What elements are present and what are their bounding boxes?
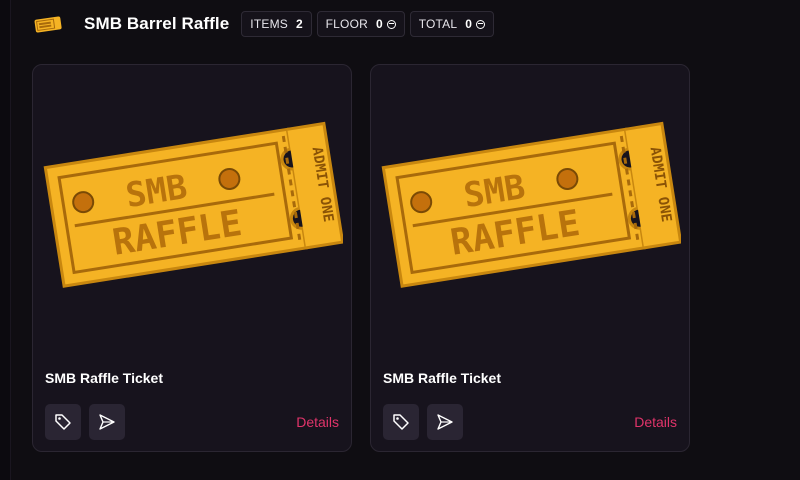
details-link[interactable]: Details <box>634 414 677 430</box>
stat-items: ITEMS 2 <box>241 11 312 37</box>
raffle-ticket-image: SMB RAFFLE ADMIT ONE <box>381 121 681 288</box>
nft-card[interactable]: SMB RAFFLE ADMIT ONE SMB Raffle Ticket D… <box>32 64 352 452</box>
tag-icon <box>55 414 71 430</box>
card-title: SMB Raffle Ticket <box>383 370 501 386</box>
send-button[interactable] <box>89 404 125 440</box>
stat-label: FLOOR <box>325 17 368 31</box>
page-title: SMB Barrel Raffle <box>84 14 230 33</box>
stat-total: TOTAL 0 <box>409 11 494 37</box>
stat-label: TOTAL <box>418 17 458 31</box>
stat-label: ITEMS <box>250 17 288 31</box>
card-title: SMB Raffle Ticket <box>45 370 163 386</box>
send-icon <box>99 414 115 430</box>
stat-value: 0 <box>376 17 383 31</box>
details-link[interactable]: Details <box>296 414 339 430</box>
stat-floor: FLOOR 0 <box>316 11 405 37</box>
stats-bar: ITEMS 2 FLOOR 0 TOTAL 0 <box>241 11 494 37</box>
raffle-ticket-image: SMB RAFFLE ADMIT ONE <box>43 121 343 288</box>
send-button[interactable] <box>427 404 463 440</box>
currency-icon <box>386 19 396 29</box>
header: SMB Barrel Raffle ITEMS 2 FLOOR 0 TOTAL … <box>32 10 494 38</box>
currency-icon <box>475 19 485 29</box>
sidebar-edge <box>0 0 11 480</box>
stat-value: 0 <box>465 17 472 31</box>
send-icon <box>437 414 453 430</box>
stat-value: 2 <box>295 17 303 31</box>
tag-icon <box>393 414 409 430</box>
ticket-logo-icon <box>32 12 64 36</box>
list-button[interactable] <box>383 404 419 440</box>
list-button[interactable] <box>45 404 81 440</box>
nft-card[interactable]: SMB RAFFLE ADMIT ONE SMB Raffle Ticket D… <box>370 64 690 452</box>
